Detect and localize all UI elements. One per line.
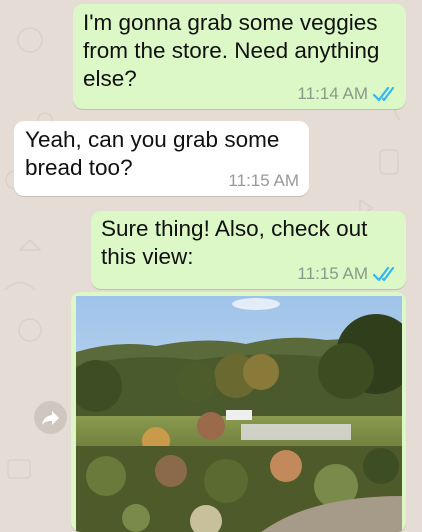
message-time: 11:14 AM: [297, 84, 368, 103]
message-text: Sure thing! Also, check out this view:: [101, 216, 368, 269]
message-bubble-outgoing-1[interactable]: I'm gonna grab some veggies from the sto…: [73, 4, 406, 109]
message-bubble-incoming-1[interactable]: Yeah, can you grab some bread too? 11:15…: [14, 121, 309, 196]
message-meta: 11:14 AM: [297, 84, 398, 104]
double-check-icon: [372, 266, 395, 282]
message-text: I'm gonna grab some veggies from the sto…: [83, 10, 380, 91]
message-meta: 11:15 AM: [228, 171, 299, 191]
landscape-garden-photo[interactable]: [76, 296, 402, 532]
forward-button[interactable]: [34, 401, 67, 434]
message-time: 11:15 AM: [228, 171, 299, 190]
message-meta: 11:15 AM: [297, 264, 398, 284]
double-check-icon: [372, 86, 395, 102]
message-bubble-outgoing-2[interactable]: Sure thing! Also, check out this view: 1…: [91, 211, 406, 289]
forward-arrow-icon: [41, 410, 59, 425]
image-message-bubble[interactable]: [71, 292, 406, 532]
message-time: 11:15 AM: [297, 264, 368, 283]
